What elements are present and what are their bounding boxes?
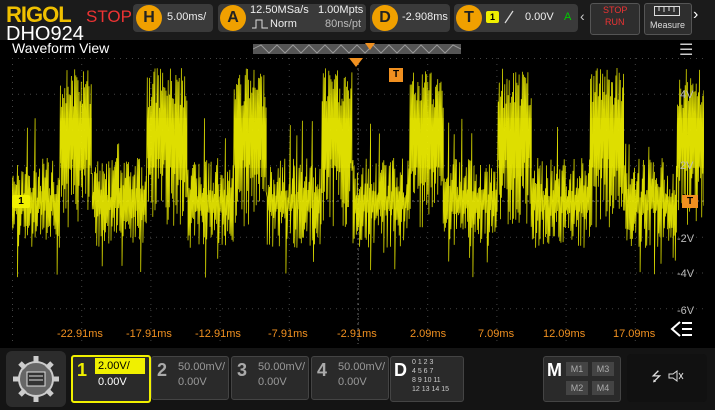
time-tick: 2.09ms [410,328,447,340]
time-tick: 12.09ms [543,328,586,340]
horizontal-key[interactable]: H [136,5,162,31]
collapse-menu-icon[interactable] [670,320,692,338]
measure-label: Measure [650,20,686,30]
trigger-source-badge: 1 [486,11,499,23]
time-tick: -17.91ms [126,328,172,340]
channel-1-scale: 2.00V/ [98,360,130,372]
trigger-position-marker [349,58,363,67]
time-tick: -2.91ms [337,328,377,340]
digital-label: D [394,360,407,380]
trigger-level: 0.00V [525,11,554,23]
time-tick: -7.91ms [268,328,308,340]
volt-tick: -2V [677,233,695,245]
usb-icon: ⭍ [651,369,662,384]
stop-label: STOP [603,5,628,15]
status-tray [627,354,707,402]
memory-depth: 1.00Mpts [318,4,364,16]
run-state-indicator[interactable]: STOP [86,7,132,27]
channel-2-scale: 50.00mV/ [178,361,226,373]
time-tick: -22.91ms [57,328,103,340]
channel-3-offset: 0.00V [258,376,287,388]
acquire-mode-icon [252,19,268,29]
channel-4-offset: 0.00V [338,376,367,388]
trigger-mode: A [564,11,572,23]
digital-bit-grid: 0 1 2 3 4 5 6 7 8 9 10 11 12 13 14 15 [412,358,462,394]
gear-icon [13,356,59,402]
speaker-muted-icon[interactable] [668,370,684,382]
math-m1[interactable]: M1 [566,362,588,376]
ch1-offset-marker[interactable]: 1 [12,195,30,208]
menu-icon[interactable]: ☰ [679,40,693,60]
timebase-value: 5.00ms/ [167,11,207,23]
channel-4-number: 4 [317,360,328,380]
channel-3-number: 3 [237,360,248,380]
math-m4[interactable]: M4 [592,381,614,395]
rising-edge-icon [504,10,514,24]
acquire-key[interactable]: A [220,5,246,31]
time-tick: -12.91ms [195,328,241,340]
volt-tick: 4V [680,89,694,101]
nav-right-icon[interactable]: › [693,6,698,24]
digital-row: 4 5 6 7 [412,368,434,375]
nav-left-icon[interactable]: ‹ [580,8,585,24]
trigger-key[interactable]: T [456,5,482,31]
volt-tick: -4V [677,268,695,280]
math-m3[interactable]: M3 [592,362,614,376]
channel-2-offset: 0.00V [178,376,207,388]
time-tick: 17.09ms [613,328,656,340]
trigger-level-marker[interactable]: T [682,195,698,208]
digital-row: 0 1 2 3 [412,359,434,366]
acquire-mode: Norm [270,18,297,30]
channel-4-scale: 50.00mV/ [338,361,386,373]
digital-row: 12 13 14 15 [412,386,449,393]
digital-row: 8 9 10 11 [412,377,441,384]
memory-overview-strip[interactable] [253,44,461,54]
delay-value: -2.908ms [402,11,448,23]
time-tick: 7.09ms [478,328,515,340]
sample-interval: 80ns/pt [325,18,362,30]
waveform-plot[interactable] [12,58,704,344]
sample-rate: 12.50MSa/s [250,4,309,16]
waveform-view-title: Waveform View [12,40,110,56]
channel-2-number: 2 [157,360,168,380]
trigger-time-marker: T [389,68,403,82]
channel-3-scale: 50.00mV/ [258,361,306,373]
channel-1-offset: 0.00V [98,376,127,388]
channel-1-number: 1 [77,360,88,380]
overview-position-marker [365,43,375,50]
volt-tick: -6V [677,305,695,317]
delay-key[interactable]: D [372,5,398,31]
ruler-icon [654,6,680,16]
math-label: M [547,360,562,380]
volt-tick: 2V [680,160,694,172]
math-m2[interactable]: M2 [566,381,588,395]
run-label: RUN [605,17,625,27]
